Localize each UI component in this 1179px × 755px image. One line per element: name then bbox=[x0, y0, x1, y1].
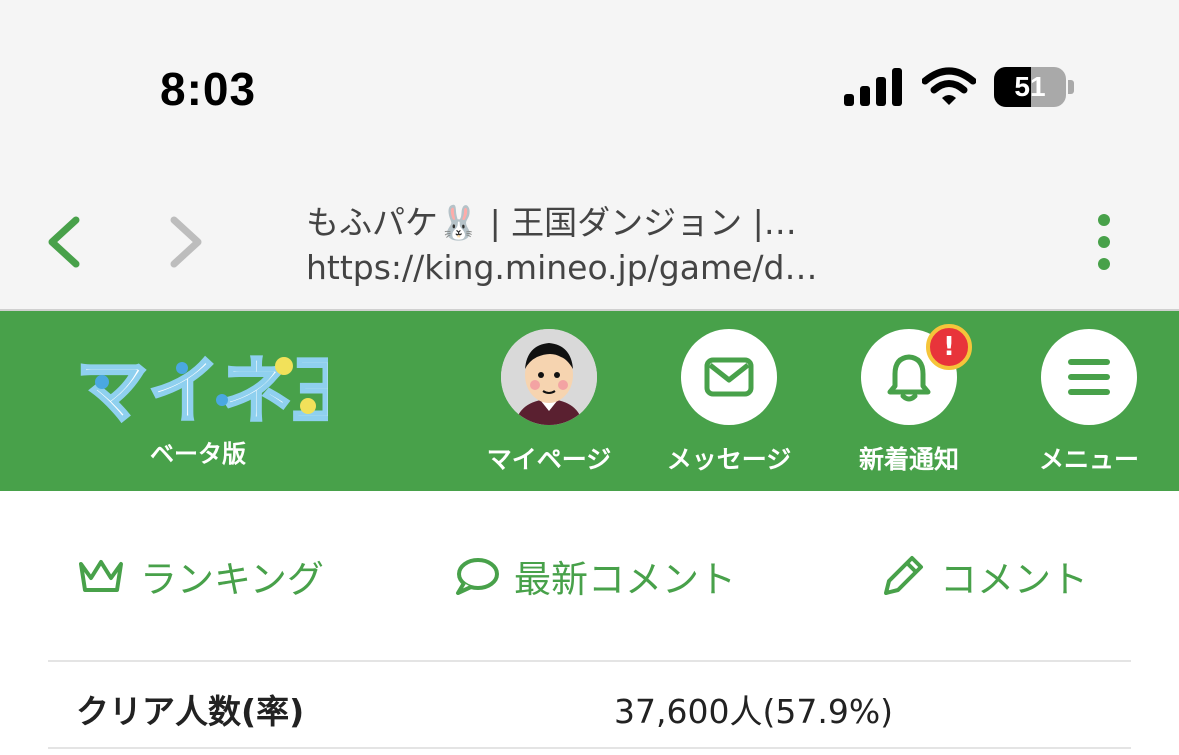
clear-count-label: クリア人数(率) bbox=[76, 692, 305, 731]
message-label: メッセージ bbox=[666, 445, 792, 474]
battery-icon: 51 bbox=[994, 67, 1066, 107]
menu-button[interactable] bbox=[1041, 329, 1137, 425]
tab-comment[interactable]: コメント bbox=[880, 548, 1088, 604]
more-vertical-icon[interactable] bbox=[1088, 212, 1120, 272]
notification-label: 新着通知 bbox=[858, 445, 959, 474]
mypage-button[interactable] bbox=[501, 329, 597, 425]
bell-icon bbox=[887, 354, 931, 402]
hamburger-menu-icon bbox=[1068, 359, 1110, 395]
menu-label: メニュー bbox=[1038, 445, 1139, 474]
status-icons: 51 bbox=[844, 66, 1074, 108]
back-icon[interactable] bbox=[38, 212, 92, 272]
tab-ranking-label: ランキング bbox=[140, 558, 324, 601]
logo-sub: ベータ版 bbox=[150, 440, 246, 468]
mail-icon bbox=[704, 357, 754, 397]
notification-badge: ! bbox=[926, 324, 972, 370]
crown-icon bbox=[79, 560, 123, 592]
tab-latest-comments-label: 最新コメント bbox=[514, 558, 736, 601]
signal-icon bbox=[844, 68, 902, 106]
battery-percent: 51 bbox=[1014, 71, 1046, 102]
page-title[interactable]: もふパケ🐰 | 王国ダンジョン |… bbox=[306, 196, 886, 244]
clear-count-value: 37,600人(57.9%) bbox=[614, 692, 894, 731]
status-time: 8:03 bbox=[160, 63, 257, 115]
speech-bubble-icon bbox=[456, 558, 499, 595]
pencil-icon bbox=[884, 556, 923, 595]
tab-comment-label: コメント bbox=[940, 558, 1088, 601]
page-url[interactable]: https://king.mineo.jp/game/d… bbox=[306, 248, 886, 287]
site-logo[interactable]: マイネ王 bbox=[72, 338, 329, 435]
stats-divider-bottom bbox=[48, 747, 1131, 749]
avatar bbox=[501, 329, 597, 425]
tab-ranking[interactable]: ランキング bbox=[76, 548, 324, 604]
mypage-label: マイページ bbox=[486, 445, 612, 474]
wifi-icon bbox=[922, 67, 976, 105]
message-button[interactable] bbox=[681, 329, 777, 425]
tab-latest-comments[interactable]: 最新コメント bbox=[454, 548, 736, 604]
forward-icon[interactable] bbox=[158, 212, 212, 272]
stats-divider-top bbox=[48, 660, 1131, 662]
